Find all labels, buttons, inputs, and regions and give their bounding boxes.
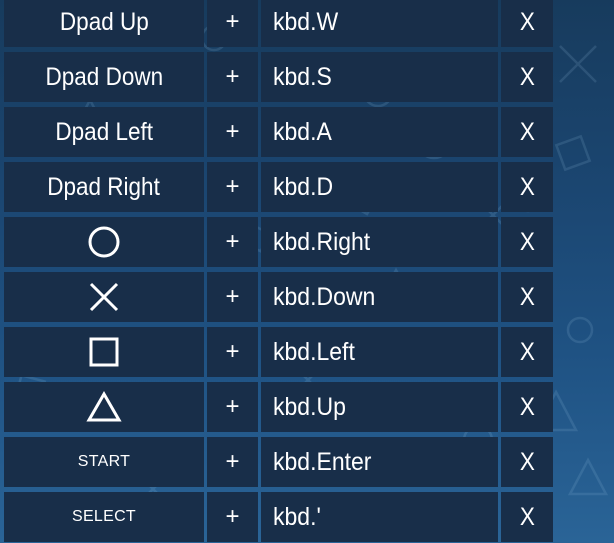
remove-label: X [519,502,535,531]
circle-icon [88,226,120,258]
button-select-dpad-down[interactable]: Dpad Down [4,52,204,102]
button-select-start[interactable]: START [4,437,204,487]
remove-binding-button[interactable]: X [501,107,553,157]
remove-binding-button[interactable]: X [501,272,553,322]
plus-label: + [225,8,240,35]
button-select-square[interactable] [4,327,204,377]
add-binding-button[interactable]: + [207,107,258,157]
plus-label: + [225,118,240,145]
key-label: kbd.D [273,172,334,201]
remove-label: X [519,117,535,146]
remove-binding-button[interactable]: X [501,382,553,432]
key-label: kbd.Down [273,282,376,311]
button-label: SELECT [71,508,137,525]
mapping-row-circle: + kbd.Right X [0,217,556,267]
mapping-row-dpad-up: Dpad Up + kbd.W X [0,0,556,47]
remove-label: X [519,227,535,256]
key-binding-field[interactable]: kbd.S [261,52,498,102]
key-label: kbd.' [273,502,321,531]
plus-label: + [225,63,240,90]
button-select-circle[interactable] [4,217,204,267]
button-label: START [77,453,131,470]
key-binding-field[interactable]: kbd.W [261,0,498,47]
key-binding-field[interactable]: kbd.Up [261,382,498,432]
remove-binding-button[interactable]: X [501,52,553,102]
mapping-row-start: START + kbd.Enter X [0,437,556,487]
remove-binding-button[interactable]: X [501,437,553,487]
key-label: kbd.Right [273,227,371,256]
plus-label: + [225,503,240,530]
mapping-row-triangle: + kbd.Up X [0,382,556,432]
cross-icon [89,282,119,312]
key-label: kbd.W [273,7,339,36]
remove-binding-button[interactable]: X [501,217,553,267]
key-label: kbd.Enter [273,447,372,476]
mapping-row-dpad-down: Dpad Down + kbd.S X [0,52,556,102]
key-binding-field[interactable]: kbd.D [261,162,498,212]
key-binding-field[interactable]: kbd.Down [261,272,498,322]
key-binding-field[interactable]: kbd.A [261,107,498,157]
key-label: kbd.Up [273,392,346,421]
remove-binding-button[interactable]: X [501,162,553,212]
add-binding-button[interactable]: + [207,162,258,212]
button-label: Dpad Up [59,7,149,36]
remove-binding-button[interactable]: X [501,0,553,47]
key-label: kbd.Left [273,337,355,366]
remove-label: X [519,337,535,366]
button-select-cross[interactable] [4,272,204,322]
remove-label: X [519,62,535,91]
mapping-row-cross: + kbd.Down X [0,272,556,322]
add-binding-button[interactable]: + [207,437,258,487]
button-select-dpad-right[interactable]: Dpad Right [4,162,204,212]
button-label: Dpad Left [55,117,153,146]
key-binding-field[interactable]: kbd.Right [261,217,498,267]
key-binding-field[interactable]: kbd.Enter [261,437,498,487]
add-binding-button[interactable]: + [207,0,258,47]
button-label: Dpad Down [45,62,163,91]
add-binding-button[interactable]: + [207,492,258,542]
plus-label: + [225,228,240,255]
add-binding-button[interactable]: + [207,52,258,102]
add-binding-button[interactable]: + [207,327,258,377]
mapping-row-dpad-right: Dpad Right + kbd.D X [0,162,556,212]
button-label: Dpad Right [47,172,161,201]
remove-label: X [519,172,535,201]
add-binding-button[interactable]: + [207,272,258,322]
remove-label: X [519,7,535,36]
key-binding-field[interactable]: kbd.Left [261,327,498,377]
button-select-dpad-left[interactable]: Dpad Left [4,107,204,157]
key-binding-field[interactable]: kbd.' [261,492,498,542]
mapping-row-select: SELECT + kbd.' X [0,492,556,542]
button-select-dpad-up[interactable]: Dpad Up [4,0,204,47]
remove-label: X [519,282,535,311]
add-binding-button[interactable]: + [207,217,258,267]
mapping-row-square: + kbd.Left X [0,327,556,377]
remove-binding-button[interactable]: X [501,492,553,542]
key-label: kbd.S [273,62,332,91]
add-binding-button[interactable]: + [207,382,258,432]
plus-label: + [225,448,240,475]
remove-binding-button[interactable]: X [501,327,553,377]
button-select-triangle[interactable] [4,382,204,432]
plus-label: + [225,338,240,365]
remove-label: X [519,447,535,476]
plus-label: + [225,283,240,310]
triangle-icon [86,390,122,422]
button-select-select[interactable]: SELECT [4,492,204,542]
mapping-row-dpad-left: Dpad Left + kbd.A X [0,107,556,157]
remove-label: X [519,392,535,421]
plus-label: + [225,393,240,420]
plus-label: + [225,173,240,200]
key-label: kbd.A [273,117,332,146]
square-icon [89,337,119,367]
